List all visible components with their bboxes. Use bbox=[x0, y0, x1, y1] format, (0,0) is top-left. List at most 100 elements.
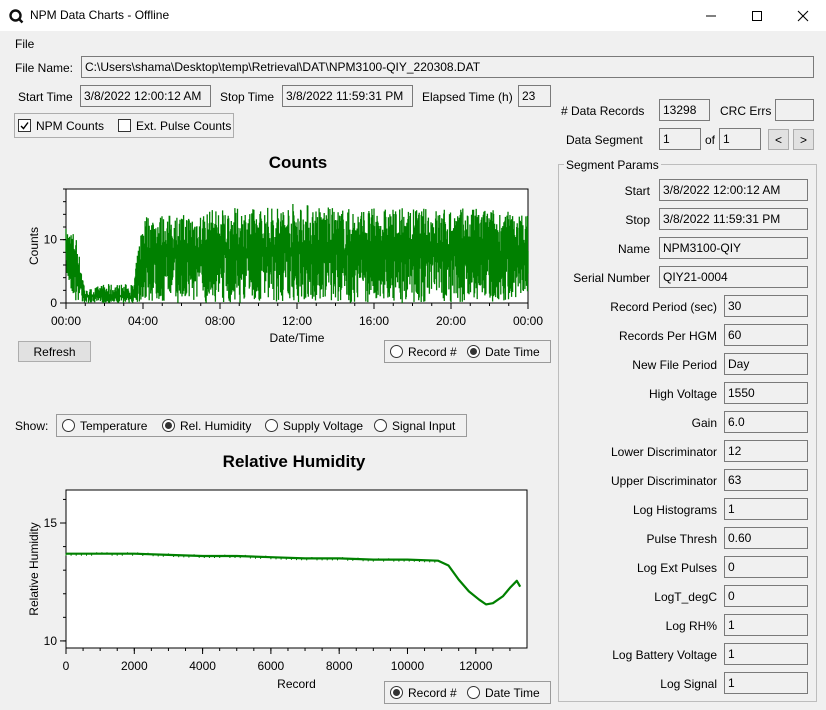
param-name-field[interactable]: NPM3100-QIY bbox=[659, 237, 808, 259]
param-start-field[interactable]: 3/8/2022 12:00:12 AM bbox=[659, 179, 808, 201]
humidity-chart: 10 15 0 2000 4000 6000 8000 10000 12000 Record Rel… bbox=[27, 489, 528, 691]
rh-x-tick-label: 0 bbox=[63, 659, 70, 673]
show-humidity-label: Rel. Humidity bbox=[180, 419, 252, 433]
radio-on-icon bbox=[467, 345, 480, 358]
show-signal-input-radio[interactable]: Signal Input bbox=[374, 419, 455, 433]
next-segment-button[interactable]: > bbox=[793, 129, 814, 150]
param-serial-field[interactable]: QIY21-0004 bbox=[659, 266, 808, 288]
param-row-label: New File Period bbox=[632, 358, 717, 372]
counts-chart: 0 10 00:00 04:00 08:00 12:00 16:00 20:00 00:00 Da… bbox=[27, 188, 543, 345]
param-row-field[interactable]: 0 bbox=[724, 585, 808, 607]
start-time-label: Start Time bbox=[18, 90, 73, 104]
rh-x-tick-label: 10000 bbox=[391, 659, 425, 673]
close-button[interactable] bbox=[780, 0, 826, 31]
counts-record-radio[interactable]: Record # bbox=[390, 345, 457, 359]
elapsed-time-field[interactable]: 23 bbox=[518, 85, 551, 107]
param-row-label: LogT_degC bbox=[654, 590, 717, 604]
show-supply-voltage-radio[interactable]: Supply Voltage bbox=[265, 419, 363, 433]
data-segment-field[interactable]: 1 bbox=[659, 128, 701, 150]
param-row-field[interactable]: 0.60 bbox=[724, 527, 808, 549]
file-name-label: File Name: bbox=[15, 61, 74, 75]
counts-chart-title: Counts bbox=[268, 153, 328, 172]
checkbox-checked-icon bbox=[18, 119, 31, 132]
title-bar: NPM Data Charts - Offline bbox=[0, 0, 826, 31]
rh-date-label: Date Time bbox=[485, 686, 540, 700]
next-segment-label: > bbox=[799, 132, 807, 147]
rh-record-label: Record # bbox=[408, 686, 457, 700]
param-row-label: High Voltage bbox=[648, 387, 717, 401]
minimize-icon bbox=[706, 15, 716, 16]
rh-x-tick-label: 8000 bbox=[326, 659, 353, 673]
param-row-field[interactable]: 12 bbox=[724, 440, 808, 462]
menu-file[interactable]: File bbox=[15, 37, 34, 51]
show-label: Show: bbox=[15, 419, 49, 433]
counts-x-tick-label: 00:00 bbox=[513, 314, 543, 328]
param-row-label: Record Period (sec) bbox=[610, 300, 717, 314]
start-time-field[interactable]: 3/8/2022 12:00:12 AM bbox=[80, 85, 211, 107]
param-row-field[interactable]: 60 bbox=[724, 324, 808, 346]
param-row-field[interactable]: 63 bbox=[724, 469, 808, 491]
segment-of-label: of bbox=[705, 133, 716, 147]
param-row-label: Gain bbox=[691, 416, 717, 430]
counts-x-axis-label: Date/Time bbox=[270, 331, 325, 345]
maximize-button[interactable] bbox=[734, 0, 780, 31]
data-records-field[interactable]: 13298 bbox=[659, 99, 710, 121]
counts-date-radio[interactable]: Date Time bbox=[467, 345, 540, 359]
param-row-label: Records Per HGM bbox=[618, 329, 717, 343]
counts-x-tick-label: 12:00 bbox=[282, 314, 312, 328]
param-row-label: Log Ext Pulses bbox=[636, 561, 717, 575]
counts-x-tick-label: 00:00 bbox=[51, 314, 81, 328]
crc-errors-field[interactable] bbox=[775, 99, 814, 121]
param-stop-field[interactable]: 3/8/2022 11:59:31 PM bbox=[659, 208, 808, 230]
param-row-field[interactable]: 0 bbox=[724, 556, 808, 578]
ext-pulse-checkbox[interactable]: Ext. Pulse Counts bbox=[118, 119, 231, 133]
param-row-label: Log RH% bbox=[665, 619, 717, 633]
param-row-field[interactable]: Day bbox=[724, 353, 808, 375]
param-row-field[interactable]: 6.0 bbox=[724, 411, 808, 433]
rh-y-tick-label: 15 bbox=[44, 516, 58, 530]
param-row-field[interactable]: 1550 bbox=[724, 382, 808, 404]
rh-date-radio[interactable]: Date Time bbox=[467, 686, 540, 700]
counts-date-label: Date Time bbox=[485, 345, 540, 359]
refresh-label: Refresh bbox=[33, 344, 76, 359]
rh-x-tick-label: 6000 bbox=[258, 659, 285, 673]
segment-total-field[interactable]: 1 bbox=[719, 128, 761, 150]
app-logo-icon bbox=[9, 9, 24, 24]
npm-counts-checkbox[interactable]: NPM Counts bbox=[18, 119, 104, 133]
data-segment-label: Data Segment bbox=[566, 133, 643, 147]
param-row-field[interactable]: 30 bbox=[724, 295, 808, 317]
radio-off-icon bbox=[374, 419, 387, 432]
refresh-button[interactable]: Refresh bbox=[18, 341, 91, 362]
counts-x-tick-label: 08:00 bbox=[205, 314, 235, 328]
maximize-icon bbox=[752, 10, 762, 21]
rh-y-tick-label: 10 bbox=[44, 634, 58, 648]
param-row-field[interactable]: 1 bbox=[724, 643, 808, 665]
counts-y-tick-label: 0 bbox=[50, 296, 57, 310]
close-icon bbox=[797, 10, 809, 21]
window-title: NPM Data Charts - Offline bbox=[30, 8, 170, 22]
rh-x-tick-label: 4000 bbox=[189, 659, 216, 673]
param-row-field[interactable]: 1 bbox=[724, 498, 808, 520]
radio-on-icon bbox=[162, 419, 175, 432]
file-name-field[interactable]: C:\Users\shama\Desktop\temp\Retrieval\DA… bbox=[81, 56, 814, 78]
show-temperature-radio[interactable]: Temperature bbox=[62, 419, 147, 433]
show-temperature-label: Temperature bbox=[80, 419, 148, 433]
prev-segment-button[interactable]: < bbox=[768, 129, 789, 150]
minimize-button[interactable] bbox=[688, 0, 734, 31]
rh-y-axis-label: Relative Humidity bbox=[27, 522, 41, 615]
param-row-field[interactable]: 1 bbox=[724, 614, 808, 636]
checkbox-unchecked-icon bbox=[118, 119, 131, 132]
data-records-label: # Data Records bbox=[561, 104, 645, 118]
param-row-label: Pulse Thresh bbox=[646, 532, 717, 546]
show-humidity-radio[interactable]: Rel. Humidity bbox=[162, 419, 251, 433]
stop-time-field[interactable]: 3/8/2022 11:59:31 PM bbox=[282, 85, 413, 107]
stop-time-label: Stop Time bbox=[220, 90, 275, 104]
param-row-field[interactable]: 1 bbox=[724, 672, 808, 694]
rh-plot-area bbox=[65, 489, 528, 649]
show-signal-input-label: Signal Input bbox=[392, 419, 456, 433]
counts-x-tick-label: 16:00 bbox=[359, 314, 389, 328]
crc-errors-label: CRC Errs bbox=[720, 104, 772, 118]
radio-off-icon bbox=[390, 345, 403, 358]
rh-record-radio[interactable]: Record # bbox=[390, 686, 457, 700]
param-row-label: Log Battery Voltage bbox=[612, 648, 717, 662]
